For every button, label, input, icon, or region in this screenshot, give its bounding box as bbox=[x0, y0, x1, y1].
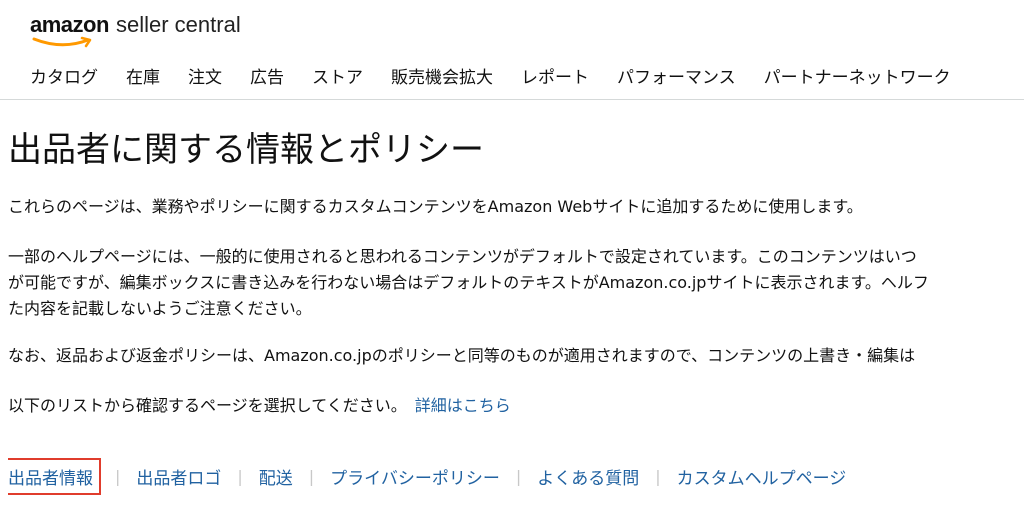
main-content: 出品者に関する情報とポリシー これらのページは、業務やポリシーに関するカスタムコ… bbox=[8, 100, 1024, 519]
nav-item-reports[interactable]: レポート bbox=[521, 63, 589, 88]
nav-item-partner-network[interactable]: パートナーネットワーク bbox=[764, 63, 951, 88]
paragraph-line: が可能ですが、編集ボックスに書き込みを行わない場合はデフォルトのテキストがAma… bbox=[8, 273, 929, 292]
return-policy-paragraph: なお、返品および返金ポリシーは、Amazon.co.jpのポリシーと同等のものが… bbox=[8, 346, 916, 365]
select-page-text: 以下のリストから確認するページを選択してください。 bbox=[8, 396, 407, 415]
tab-seller-info[interactable]: 出品者情報 bbox=[8, 458, 101, 495]
nav-item-advertising[interactable]: 広告 bbox=[250, 63, 284, 88]
tab-custom-help-page[interactable]: カスタムヘルプページ bbox=[677, 464, 847, 489]
tab-separator: | bbox=[115, 467, 121, 486]
select-page-paragraph: 以下のリストから確認するページを選択してください。 詳細はこちら bbox=[8, 393, 511, 419]
paragraph-line: 一部のヘルプページには、一般的に使用されると思われるコンテンツがデフォルトで設定… bbox=[8, 247, 917, 266]
details-link[interactable]: 詳細はこちら bbox=[415, 396, 511, 415]
main-navigation: カタログ 在庫 注文 広告 ストア 販売機会拡大 レポート パフォーマンス パー… bbox=[30, 63, 951, 88]
tab-privacy-policy[interactable]: プライバシーポリシー bbox=[330, 464, 500, 489]
tab-separator: | bbox=[515, 467, 522, 486]
amazon-smile-icon bbox=[32, 36, 92, 48]
intro-paragraph: これらのページは、業務やポリシーに関するカスタムコンテンツをAmazon Web… bbox=[8, 197, 863, 216]
logo-product-text: seller central bbox=[116, 12, 241, 37]
nav-item-stores[interactable]: ストア bbox=[312, 63, 363, 88]
paragraph-line: た内容を記載しないようご注意ください。 bbox=[8, 299, 312, 318]
policy-page-tabs: 出品者情報 | 出品者ロゴ | 配送 | プライバシーポリシー | よくある質問… bbox=[8, 458, 847, 495]
nav-item-catalog[interactable]: カタログ bbox=[30, 63, 98, 88]
tab-seller-logo[interactable]: 出品者ロゴ bbox=[136, 464, 221, 489]
default-content-paragraph: 一部のヘルプページには、一般的に使用されると思われるコンテンツがデフォルトで設定… bbox=[8, 244, 929, 322]
page-title: 出品者に関する情報とポリシー bbox=[8, 130, 484, 170]
nav-item-performance[interactable]: パフォーマンス bbox=[617, 63, 736, 88]
tab-faq[interactable]: よくある質問 bbox=[537, 464, 639, 489]
tab-shipping[interactable]: 配送 bbox=[259, 464, 293, 489]
nav-item-growth[interactable]: 販売機会拡大 bbox=[391, 63, 493, 88]
nav-item-inventory[interactable]: 在庫 bbox=[126, 63, 160, 88]
tab-separator: | bbox=[237, 467, 243, 486]
top-header: amazon seller central カタログ 在庫 注文 広告 ストア … bbox=[0, 0, 1024, 100]
tab-separator: | bbox=[308, 467, 315, 486]
amazon-seller-central-logo[interactable]: amazon seller central bbox=[30, 12, 250, 52]
tab-separator: | bbox=[655, 467, 661, 486]
nav-item-orders[interactable]: 注文 bbox=[188, 63, 222, 88]
logo-brand-text: amazon bbox=[30, 12, 109, 37]
